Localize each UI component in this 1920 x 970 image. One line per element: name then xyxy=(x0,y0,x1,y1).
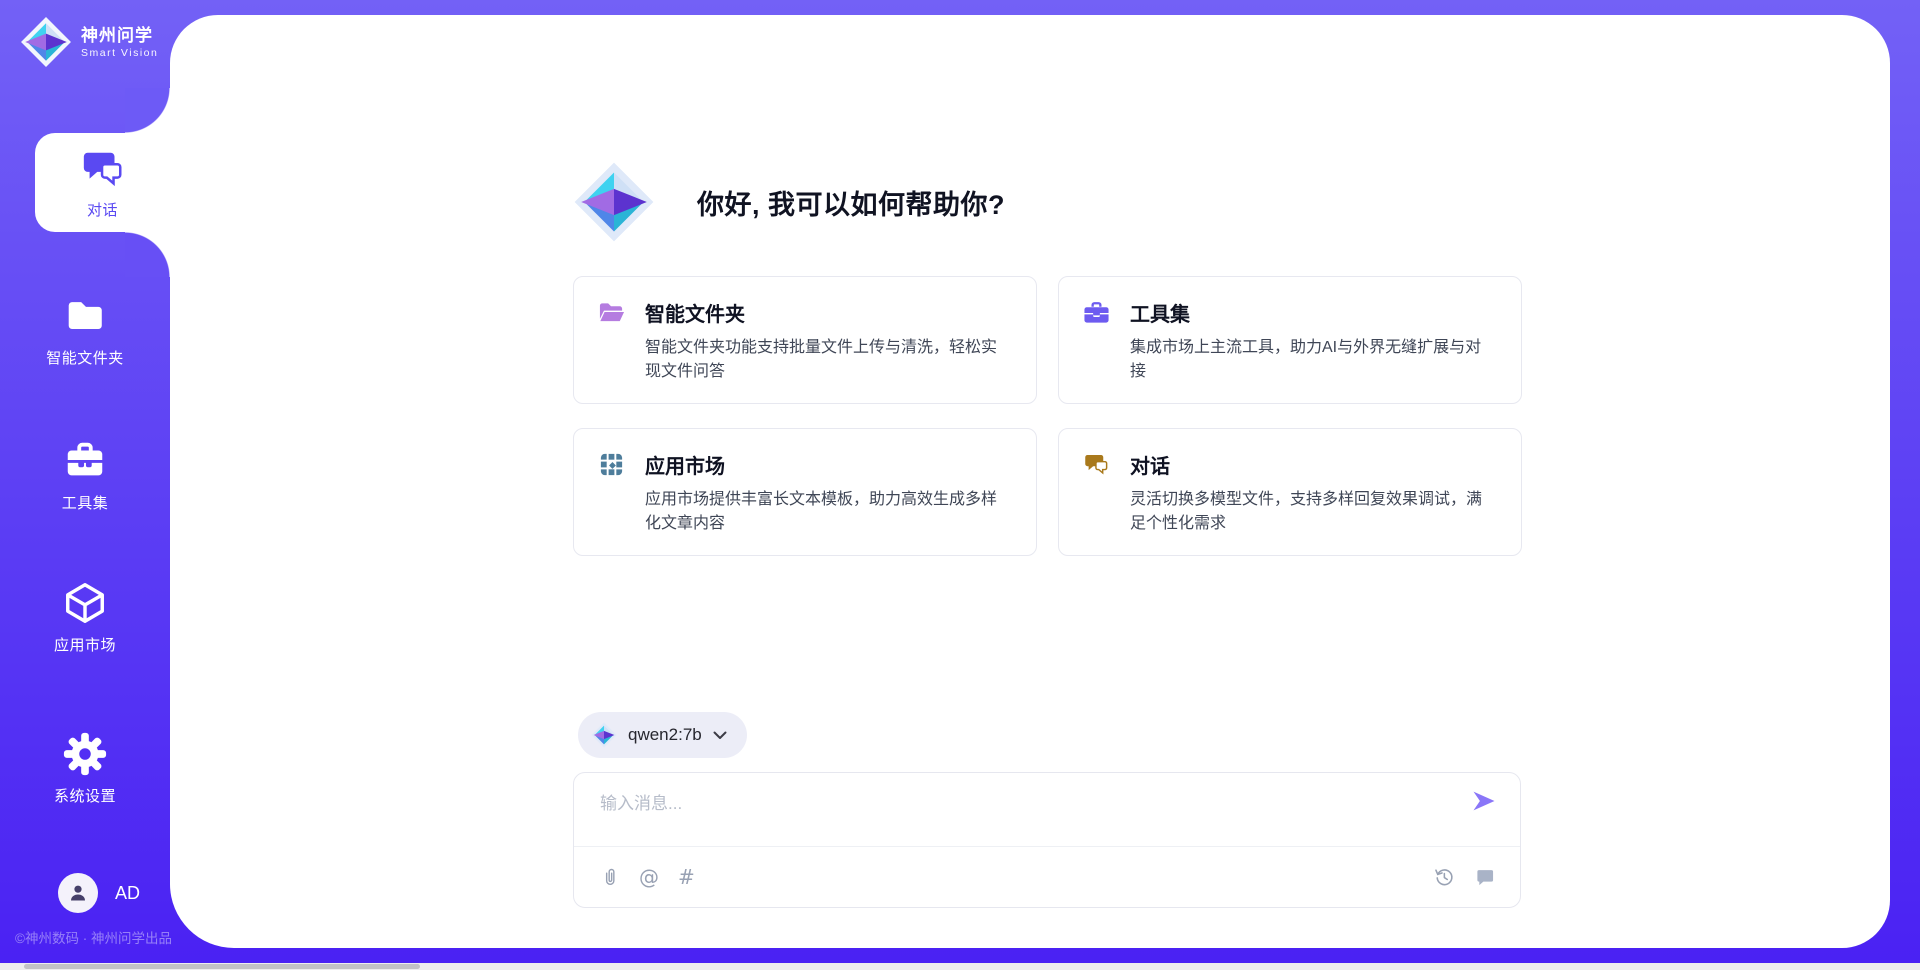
sidebar-item-label: 系统设置 xyxy=(54,785,116,806)
card-description: 灵活切换多模型文件，支持多样回复效果调试，满足个性化需求 xyxy=(1130,488,1497,536)
card-title: 工具集 xyxy=(1130,298,1190,327)
diamond-logo-icon xyxy=(591,722,617,748)
sidebar-footer: ©神州数码 · 神州问学出品 xyxy=(15,927,172,947)
feature-cards: 智能文件夹 智能文件夹功能支持批量文件上传与清洗，轻松实现文件问答 工具集 集成… xyxy=(573,276,1522,556)
at-icon[interactable]: @ xyxy=(639,867,659,887)
card-title: 智能文件夹 xyxy=(645,298,745,327)
user-profile[interactable]: AD xyxy=(58,873,140,913)
card-title: 应用市场 xyxy=(645,450,725,479)
model-name: qwen2:7b xyxy=(628,725,702,745)
sidebar-item-market[interactable]: 应用市场 xyxy=(0,580,170,655)
sidebar-item-label: 对话 xyxy=(87,199,118,220)
sidebar-item-label: 智能文件夹 xyxy=(46,347,124,368)
horizontal-scrollbar xyxy=(0,963,1920,970)
avatar xyxy=(58,873,98,913)
card-toolset[interactable]: 工具集 集成市场上主流工具，助力AI与外界无缝扩展与对接 xyxy=(1058,276,1522,404)
brand-subtitle: Smart Vision xyxy=(81,47,158,59)
diamond-logo-icon xyxy=(573,158,655,246)
user-initials: AD xyxy=(115,883,140,904)
brand-logo: 神州问学 Smart Vision xyxy=(20,16,158,68)
comment-icon[interactable] xyxy=(1474,866,1496,888)
chat-icon xyxy=(80,146,126,192)
active-tab-fillet-bottom xyxy=(125,232,170,277)
sidebar-item-folders[interactable]: 智能文件夹 xyxy=(0,293,170,368)
sidebar-item-label: 工具集 xyxy=(62,492,109,513)
gear-icon xyxy=(62,731,108,777)
sidebar-item-toolset[interactable]: 工具集 xyxy=(0,438,170,513)
sidebar: 神州问学 Smart Vision 对话 智能文件夹 工具集 应用市场 xyxy=(0,0,170,970)
active-tab-fillet-top xyxy=(125,88,170,133)
cube-icon xyxy=(62,580,108,626)
card-title: 对话 xyxy=(1130,450,1170,479)
card-description: 智能文件夹功能支持批量文件上传与清洗，轻松实现文件问答 xyxy=(645,336,1012,384)
card-app-market[interactable]: 应用市场 应用市场提供丰富长文本模板，助力高效生成多样化文章内容 xyxy=(573,428,1037,556)
folder-icon xyxy=(62,293,108,339)
folder-open-icon xyxy=(598,299,625,326)
card-description: 应用市场提供丰富长文本模板，助力高效生成多样化文章内容 xyxy=(645,488,1012,536)
card-smart-folder[interactable]: 智能文件夹 智能文件夹功能支持批量文件上传与清洗，轻松实现文件问答 xyxy=(573,276,1037,404)
diamond-logo-icon xyxy=(20,16,72,68)
sidebar-item-label: 应用市场 xyxy=(54,634,116,655)
brand-text: 神州问学 Smart Vision xyxy=(81,25,158,58)
chat-icon xyxy=(1083,451,1110,478)
person-icon xyxy=(66,881,90,905)
brand-name: 神州问学 xyxy=(81,25,158,46)
greeting: 你好, 我可以如何帮助你? xyxy=(573,158,1005,246)
grid-icon xyxy=(598,451,625,478)
message-composer: @ # xyxy=(573,772,1521,908)
briefcase-icon xyxy=(1083,299,1110,326)
card-description: 集成市场上主流工具，助力AI与外界无缝扩展与对接 xyxy=(1130,336,1497,384)
history-icon[interactable] xyxy=(1433,866,1455,888)
hash-icon[interactable]: # xyxy=(678,867,695,887)
paperclip-icon[interactable] xyxy=(600,866,620,888)
sidebar-item-settings[interactable]: 系统设置 xyxy=(0,731,170,806)
model-selector[interactable]: qwen2:7b xyxy=(578,712,747,758)
toolbox-icon xyxy=(62,438,108,484)
composer-toolbar: @ # xyxy=(600,846,1496,908)
chevron-down-icon xyxy=(713,731,727,740)
scrollbar-thumb[interactable] xyxy=(24,964,420,969)
sidebar-item-chat[interactable]: 对话 xyxy=(35,133,170,232)
message-input[interactable] xyxy=(600,789,1430,839)
send-icon[interactable] xyxy=(1470,787,1498,815)
card-chat[interactable]: 对话 灵活切换多模型文件，支持多样回复效果调试，满足个性化需求 xyxy=(1058,428,1522,556)
greeting-text: 你好, 我可以如何帮助你? xyxy=(697,183,1005,222)
